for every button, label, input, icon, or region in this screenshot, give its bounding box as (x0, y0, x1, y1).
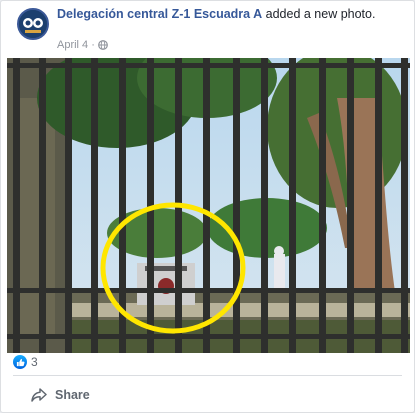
photo-image (7, 58, 410, 353)
post-card: Delegación central Z-1 Escuadra A added … (0, 0, 415, 413)
post-action-text: added a new photo. (262, 7, 376, 21)
avatar-emblem-icon (19, 10, 47, 38)
reaction-count: 3 (31, 355, 38, 369)
post-photo[interactable] (7, 58, 410, 353)
post-header: Delegación central Z-1 Escuadra A added … (57, 7, 397, 22)
share-arrow-icon (31, 388, 47, 402)
page-avatar[interactable] (17, 8, 49, 40)
post-date[interactable]: April 4 (57, 39, 88, 51)
globe-icon[interactable] (97, 40, 108, 50)
post-meta: April 4 · (57, 39, 108, 51)
like-icon (13, 355, 27, 369)
reaction-summary[interactable]: 3 (13, 353, 38, 371)
meta-separator: · (91, 39, 95, 51)
share-label: Share (55, 388, 90, 402)
action-divider (13, 375, 402, 376)
share-button[interactable]: Share (31, 382, 121, 408)
author-name-link[interactable]: Delegación central Z-1 Escuadra A (57, 7, 262, 21)
